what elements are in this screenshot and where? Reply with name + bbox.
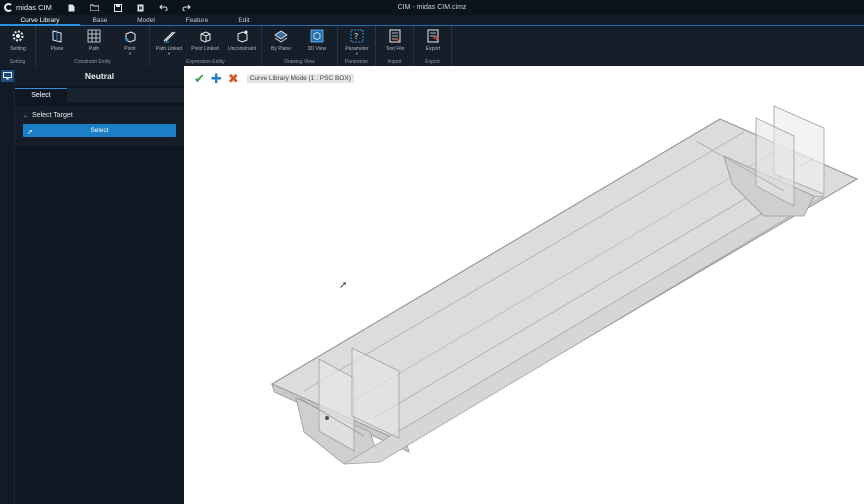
group-label-drawing-view: Drawing View bbox=[284, 59, 315, 65]
path-button[interactable]: Path bbox=[77, 28, 111, 56]
parameter-icon: ? bbox=[349, 28, 365, 44]
mouse-cursor-icon: ➚ bbox=[339, 280, 348, 291]
group-label-setting: Setting bbox=[9, 59, 26, 65]
ribbon-group-expression-entity: Path Linked ▼ Point Linked Unconstraint … bbox=[150, 26, 262, 66]
path-linked-button[interactable]: Path Linked ▼ bbox=[152, 28, 186, 56]
title-bar: midas CIM CIM - midas CIM.cimz bbox=[0, 0, 864, 15]
neutral-panel: Neutral Select ⌄ Select Target ➚ Select bbox=[15, 66, 184, 504]
ribbon-group-constraint-entity: Plane Path Point ▼ Constraint Entity bbox=[36, 26, 150, 66]
group-label-expression-entity: Expression Entity bbox=[186, 59, 225, 65]
tab-model[interactable]: Model bbox=[120, 15, 172, 26]
group-label-export: Export bbox=[425, 59, 440, 65]
psc-box-girder-model[interactable] bbox=[184, 66, 864, 504]
undo-icon[interactable] bbox=[152, 0, 175, 15]
section-title: Select Target bbox=[32, 111, 73, 119]
3d-view-button[interactable]: 3D View bbox=[300, 28, 334, 56]
chevron-down-icon[interactable]: ⌄ bbox=[23, 112, 28, 119]
girder-edge-line bbox=[343, 145, 785, 407]
new-file-icon[interactable] bbox=[60, 0, 83, 15]
redo-icon[interactable] bbox=[175, 0, 198, 15]
save-icon[interactable] bbox=[106, 0, 129, 15]
path-grid-icon bbox=[86, 28, 102, 44]
tab-base[interactable]: Base bbox=[80, 15, 120, 26]
select-target-section: ⌄ Select Target ➚ Select bbox=[15, 106, 184, 146]
monitor-icon[interactable] bbox=[1, 70, 14, 82]
quick-access-toolbar bbox=[60, 0, 198, 15]
text-file-icon bbox=[387, 28, 403, 44]
ribbon-group-setting: Setting Setting bbox=[0, 26, 36, 66]
point-dropdown-icon[interactable]: ▼ bbox=[128, 52, 132, 56]
tab-curve-library[interactable]: Curve Library bbox=[0, 15, 80, 26]
panel-tabs: Select bbox=[15, 88, 184, 102]
app-logo: midas CIM bbox=[0, 3, 60, 12]
gear-icon bbox=[10, 28, 26, 44]
point-linked-icon bbox=[197, 28, 213, 44]
unconstraint-icon bbox=[234, 28, 250, 44]
ribbon: Setting Setting Plane Path Point ▼ Const… bbox=[0, 26, 864, 66]
parameter-dropdown-icon[interactable]: ▼ bbox=[355, 52, 359, 56]
select-button[interactable]: ➚ Select bbox=[23, 124, 176, 137]
setting-button[interactable]: Setting bbox=[1, 28, 35, 56]
parameter-button[interactable]: ? Parameter ▼ bbox=[340, 28, 374, 56]
app-name: midas CIM bbox=[16, 3, 52, 12]
midas-logo-icon bbox=[4, 3, 13, 12]
plane-icon bbox=[49, 28, 65, 44]
tab-feature[interactable]: Feature bbox=[172, 15, 222, 26]
section-point-marker bbox=[325, 416, 329, 420]
menu-bar: Curve Library Base Model Feature Edit bbox=[0, 15, 864, 26]
by-plane-button[interactable]: By Plane bbox=[264, 28, 298, 56]
open-folder-icon[interactable] bbox=[83, 0, 106, 15]
by-plane-icon bbox=[273, 28, 289, 44]
export-button[interactable]: Export bbox=[416, 28, 450, 56]
ribbon-group-drawing-view: By Plane 3D View Drawing View bbox=[262, 26, 338, 66]
plane-button[interactable]: Plane bbox=[40, 28, 74, 56]
svg-text:?: ? bbox=[354, 32, 358, 41]
group-label-import: Import bbox=[387, 59, 402, 65]
point-linked-button[interactable]: Point Linked bbox=[188, 28, 222, 56]
panel-title: Neutral bbox=[15, 66, 184, 86]
ribbon-group-import: Text File Import bbox=[376, 26, 414, 66]
tab-select[interactable]: Select bbox=[15, 88, 67, 102]
cursor-arrow-icon: ➚ bbox=[27, 129, 33, 136]
left-rail bbox=[0, 66, 15, 504]
close-file-icon[interactable] bbox=[129, 0, 152, 15]
tab-edit[interactable]: Edit bbox=[222, 15, 266, 26]
point-cube-icon bbox=[122, 28, 138, 44]
group-label-constraint-entity: Constraint Entity bbox=[74, 59, 111, 65]
3d-viewport[interactable]: ✔ ✚ ✖ Curve Library Mode (1 : PSC BOX) ➚ bbox=[184, 66, 864, 504]
path-linked-dropdown-icon[interactable]: ▼ bbox=[167, 52, 171, 56]
ribbon-group-parameter: ? Parameter ▼ Parameter bbox=[338, 26, 376, 66]
point-button[interactable]: Point ▼ bbox=[113, 28, 147, 56]
group-label-parameter: Parameter bbox=[344, 59, 369, 65]
select-target-header[interactable]: ⌄ Select Target bbox=[23, 109, 176, 121]
ribbon-group-export: Export Export bbox=[414, 26, 452, 66]
select-button-label: Select bbox=[90, 127, 109, 134]
path-linked-icon bbox=[161, 28, 177, 44]
3d-view-icon bbox=[309, 28, 325, 44]
unconstraint-button[interactable]: Unconstraint bbox=[225, 28, 259, 56]
export-icon bbox=[425, 28, 441, 44]
text-file-button[interactable]: Text File bbox=[378, 28, 412, 56]
